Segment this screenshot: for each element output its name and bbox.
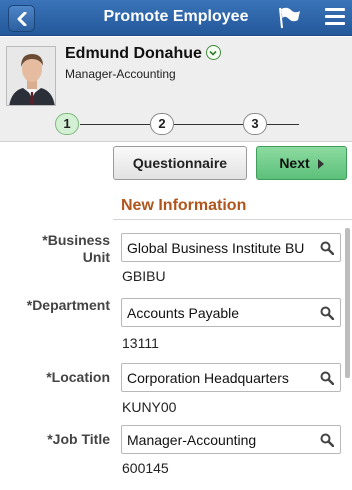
section-divider [113,219,352,220]
location-value: Corporation Headquarters [127,370,289,386]
search-icon[interactable] [320,306,334,320]
location-code: KUNY00 [122,399,177,415]
step-connector [267,124,299,125]
business-unit-label: *Business Unit [42,232,110,265]
job-title-code: 600145 [122,460,169,476]
questionnaire-button[interactable]: Questionnaire [113,146,247,180]
chevron-down-circle-icon[interactable] [205,45,221,60]
search-icon[interactable] [320,433,334,447]
employee-name-row: Edmund Donahue [65,45,221,63]
hamburger-menu-icon[interactable] [325,8,345,26]
job-title-value: Manager-Accounting [127,432,257,448]
next-button[interactable]: Next [256,146,347,180]
employee-header: Edmund Donahue Manager-Accounting 1 2 3 [0,37,352,142]
top-bar: Promote Employee [0,0,352,36]
step-3[interactable]: 3 [243,113,267,135]
employee-name: Edmund Donahue [65,45,202,62]
location-input[interactable]: Corporation Headquarters [121,363,341,392]
employee-job-title: Manager-Accounting [65,67,176,81]
search-icon[interactable] [320,371,334,385]
next-button-label: Next [279,155,310,171]
questionnaire-button-label: Questionnaire [132,155,228,171]
scrollbar[interactable] [345,228,350,378]
department-code: 13111 [122,335,159,351]
triangle-right-icon [317,159,324,169]
step-1[interactable]: 1 [55,113,79,135]
job-title-label: *Job Title [47,431,110,447]
step-connector [80,124,150,125]
department-input[interactable]: Accounts Payable [121,298,341,327]
department-label: *Department [26,297,110,313]
step-2[interactable]: 2 [150,113,174,135]
business-unit-value: Global Business Institute BU [127,240,305,256]
business-unit-code: GBIBU [122,268,166,284]
search-icon[interactable] [320,241,334,255]
flag-icon[interactable] [277,6,301,30]
avatar [6,46,56,106]
job-title-input[interactable]: Manager-Accounting [121,425,341,454]
location-label: *Location [46,369,110,385]
section-title: New Information [121,197,247,214]
step-connector [174,124,243,125]
step-indicator: 1 2 3 [0,113,352,137]
business-unit-input[interactable]: Global Business Institute BU [121,233,341,262]
department-value: Accounts Payable [127,305,240,321]
